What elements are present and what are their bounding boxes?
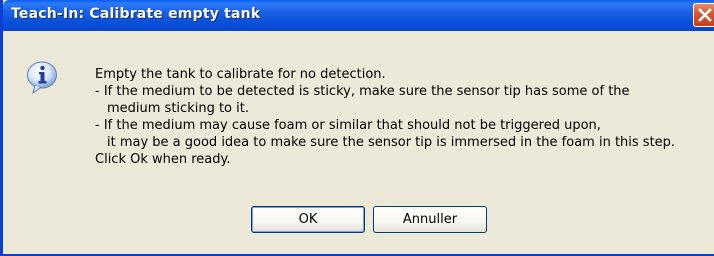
dialog-window: Teach-In: Calibrate empty tank Empty the… <box>0 0 714 256</box>
message-line: - If the medium to be detected is sticky… <box>95 84 630 99</box>
message-line: - If the medium may cause foam or simila… <box>95 118 601 133</box>
close-icon <box>698 8 712 22</box>
message-line: Click Ok when ready. <box>95 152 231 167</box>
dialog-message: Empty the tank to calibrate for no detec… <box>95 66 710 168</box>
title-bar[interactable]: Teach-In: Calibrate empty tank <box>3 0 714 31</box>
close-button[interactable] <box>693 3 714 27</box>
cancel-button[interactable]: Annuller <box>373 206 487 233</box>
window-title: Teach-In: Calibrate empty tank <box>11 6 261 22</box>
message-line: Empty the tank to calibrate for no detec… <box>95 67 386 82</box>
ok-button[interactable]: OK <box>251 206 365 233</box>
info-icon <box>27 61 57 95</box>
message-line: medium sticking to it. <box>107 101 249 116</box>
message-line: it may be a good idea to make sure the s… <box>107 135 676 150</box>
